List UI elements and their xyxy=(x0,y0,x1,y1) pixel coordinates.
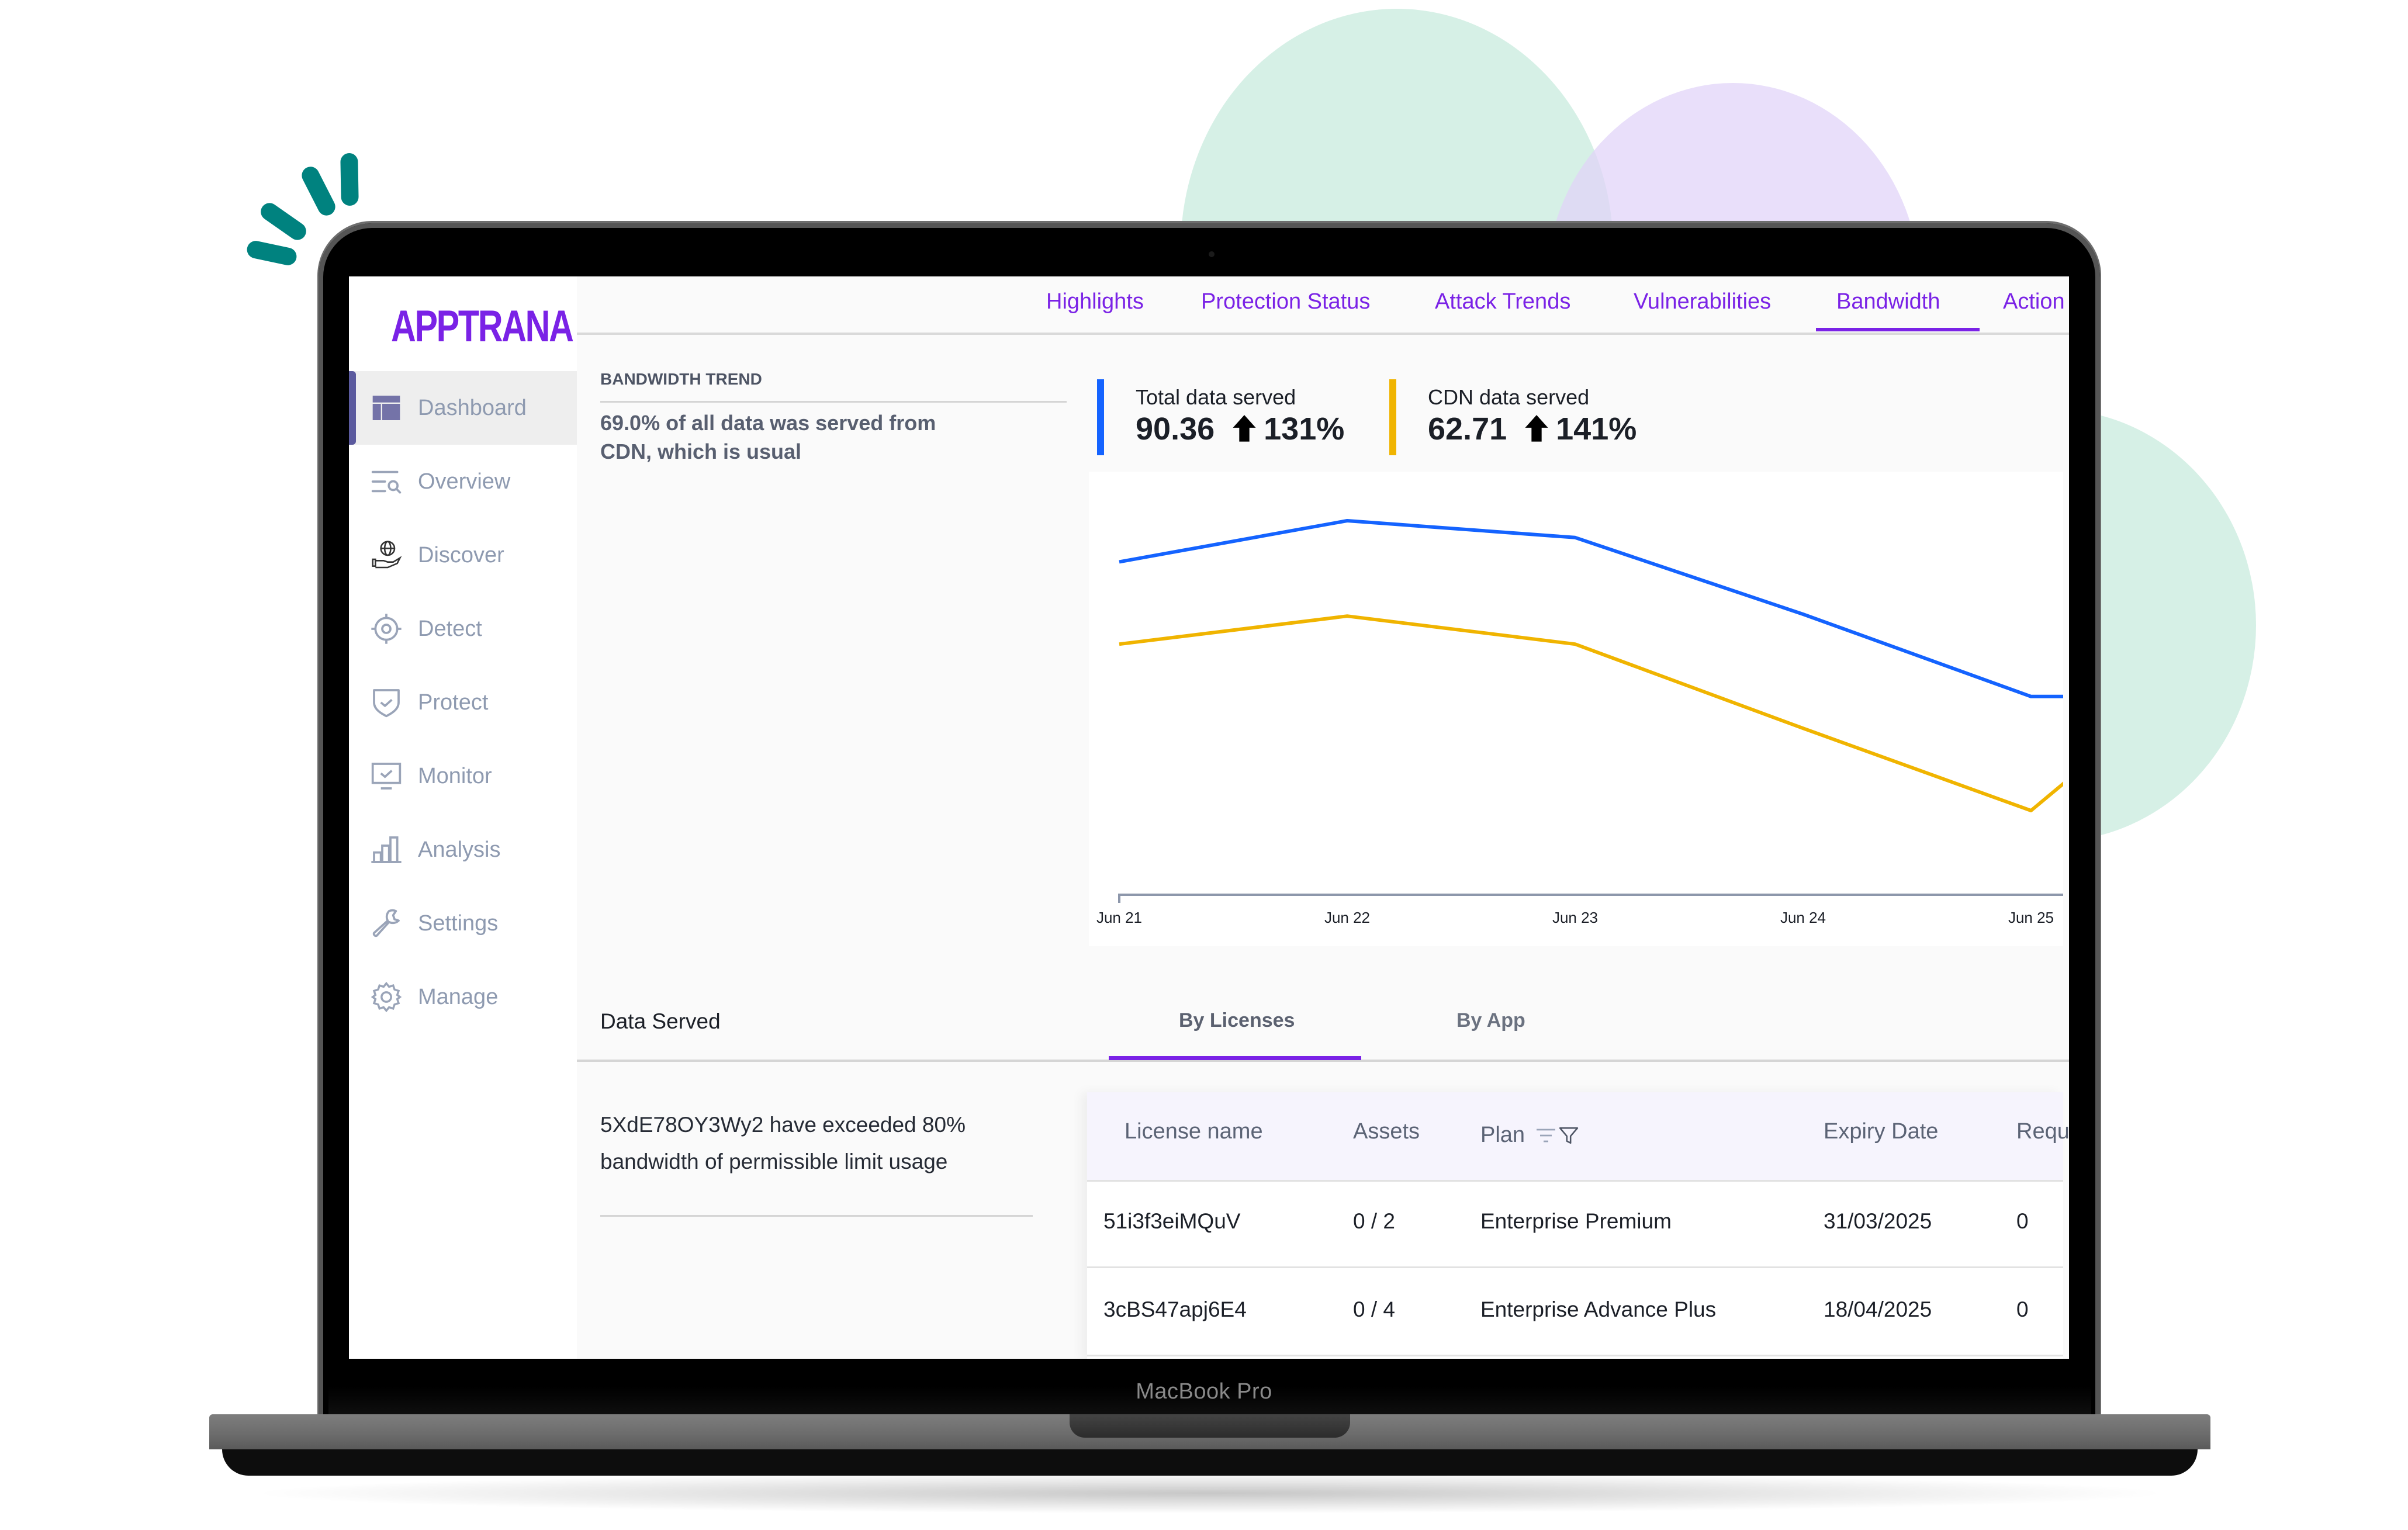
subtab-by-app[interactable]: By App xyxy=(1456,1009,1525,1032)
app-screen: APPTRANA Dashboard Overview Discover Det… xyxy=(349,276,2069,1359)
cell-plan: Enterprise Premium xyxy=(1480,1209,1672,1233)
sidebar-item-manage[interactable]: Manage xyxy=(349,960,577,1034)
sidebar-item-label: Overview xyxy=(418,469,511,494)
subtab-by-licenses[interactable]: By Licenses xyxy=(1179,1009,1295,1032)
device-label: MacBook Pro xyxy=(1136,1379,1272,1404)
camera-icon xyxy=(1209,251,1215,257)
tab-attack-trends[interactable]: Attack Trends xyxy=(1435,289,1570,314)
target-icon xyxy=(371,614,402,644)
column-header-label: Plan xyxy=(1480,1123,1525,1147)
bandwidth-chart: Jun 21 Jun 22 Jun 23 Jun 24 Jun 25 xyxy=(1089,472,2067,946)
sidebar-nav: Dashboard Overview Discover Detect Prote… xyxy=(349,371,577,1034)
sidebar-item-dashboard[interactable]: Dashboard xyxy=(349,371,577,445)
apptrana-logo[interactable]: APPTRANA xyxy=(391,301,574,352)
kpi-value: 90.36 xyxy=(1136,411,1215,446)
table-row[interactable]: 51i3f3eiMQuV 0 / 2 Enterprise Premium 31… xyxy=(1087,1180,2063,1268)
shield-check-icon xyxy=(373,689,400,718)
sidebar-item-detect[interactable]: Detect xyxy=(349,592,577,666)
x-tick-label: Jun 25 xyxy=(2008,909,2054,926)
sidebar-item-monitor[interactable]: Monitor xyxy=(349,739,577,813)
x-tick-label: Jun 22 xyxy=(1324,909,1370,926)
column-header-requests[interactable]: Requ xyxy=(2016,1119,2069,1144)
cell-assets: 0 / 4 xyxy=(1353,1297,1395,1321)
cell-plan: Enterprise Advance Plus xyxy=(1480,1297,1717,1321)
sidebar-item-discover[interactable]: Discover xyxy=(349,518,577,592)
arrow-up-icon xyxy=(1233,415,1256,442)
tab-bar: Highlights Protection Status Attack Tren… xyxy=(577,276,2069,335)
x-tick-label: Jun 23 xyxy=(1552,909,1598,926)
active-subtab-indicator xyxy=(1109,1056,1361,1060)
data-served-title: Data Served xyxy=(600,1009,721,1033)
active-tab-indicator xyxy=(1816,328,1980,331)
column-header-plan[interactable]: Plan xyxy=(1480,1123,1579,1148)
cell-assets: 0 / 2 xyxy=(1353,1209,1395,1233)
x-tick-label: Jun 24 xyxy=(1780,909,1826,926)
kpi-label: Total data served xyxy=(1136,385,1296,409)
laptop-base-bottom xyxy=(222,1449,2198,1476)
dashboard-icon xyxy=(372,396,400,420)
divider xyxy=(600,401,1067,403)
kpi-value-row: 90.36 131% xyxy=(1136,411,1344,447)
column-header-expiry-date[interactable]: Expiry Date xyxy=(1824,1119,1938,1144)
filter-icon[interactable] xyxy=(1559,1126,1579,1145)
overview-search-icon xyxy=(371,470,402,494)
sidebar-item-overview[interactable]: Overview xyxy=(349,445,577,518)
tab-protection-status[interactable]: Protection Status xyxy=(1201,289,1370,314)
monitor-check-icon xyxy=(371,763,402,790)
sidebar-item-label: Monitor xyxy=(418,763,492,788)
globe-hand-icon xyxy=(372,541,402,569)
tab-highlights[interactable]: Highlights xyxy=(1046,289,1144,314)
sidebar-item-label: Manage xyxy=(418,984,499,1009)
cell-requests: 0 xyxy=(2016,1297,2029,1321)
laptop-notch xyxy=(1070,1414,1350,1438)
sidebar-item-label: Dashboard xyxy=(418,395,527,420)
kpi-value: 62.71 xyxy=(1428,411,1507,446)
sidebar-item-label: Discover xyxy=(418,542,504,567)
tab-action[interactable]: Action xyxy=(2003,289,2065,314)
column-header-assets[interactable]: Assets xyxy=(1353,1119,1420,1144)
tab-bandwidth[interactable]: Bandwidth xyxy=(1836,289,1940,314)
kpi-value-row: 62.71 141% xyxy=(1428,411,1637,447)
kpi-change: 141% xyxy=(1556,411,1637,446)
x-tick-label: Jun 21 xyxy=(1096,909,1142,926)
divider xyxy=(600,1215,1033,1217)
kpi-color-bar xyxy=(1389,379,1396,455)
wrench-icon xyxy=(372,909,400,937)
x-axis-line xyxy=(1118,894,2063,903)
column-header-license-name[interactable]: License name xyxy=(1125,1119,1263,1144)
bar-chart-icon xyxy=(371,836,402,863)
tab-vulnerabilities[interactable]: Vulnerabilities xyxy=(1634,289,1771,314)
sidebar-item-label: Analysis xyxy=(418,837,501,862)
kpi-color-bar xyxy=(1097,379,1104,455)
cell-license-name: 51i3f3eiMQuV xyxy=(1103,1209,1241,1233)
cell-requests: 0 xyxy=(2016,1209,2029,1233)
sidebar: APPTRANA Dashboard Overview Discover Det… xyxy=(349,276,577,1359)
sidebar-item-protect[interactable]: Protect xyxy=(349,666,577,739)
gear-icon xyxy=(371,981,402,1013)
sidebar-item-label: Detect xyxy=(418,616,482,641)
table-header: License name Assets Plan Expiry Date Req… xyxy=(1087,1092,2069,1182)
sidebar-item-label: Settings xyxy=(418,911,499,936)
main-content: Highlights Protection Status Attack Tren… xyxy=(577,276,2069,1359)
bandwidth-line-chart: Jun 21 Jun 22 Jun 23 Jun 24 Jun 25 xyxy=(1096,519,2067,926)
sidebar-item-settings[interactable]: Settings xyxy=(349,887,577,960)
sort-icon[interactable] xyxy=(1535,1126,1556,1145)
cell-expiry-date: 31/03/2025 xyxy=(1824,1209,1932,1233)
licenses-table: License name Assets Plan Expiry Date Req… xyxy=(1087,1092,2069,1359)
arrow-up-icon xyxy=(1525,415,1548,442)
cell-expiry-date: 18/04/2025 xyxy=(1824,1297,1932,1321)
bandwidth-summary: 69.0% of all data was served from CDN, w… xyxy=(600,411,936,463)
bandwidth-limit-alert: 5XdE78OY3Wy2 have exceeded 80% bandwidth… xyxy=(600,1113,966,1174)
sidebar-item-label: Protect xyxy=(418,690,489,715)
kpi-label: CDN data served xyxy=(1428,385,1590,409)
cell-license-name: 3cBS47apj6E4 xyxy=(1103,1297,1247,1321)
kpi-change: 131% xyxy=(1264,411,1345,446)
sidebar-item-analysis[interactable]: Analysis xyxy=(349,813,577,887)
laptop-shadow xyxy=(245,1473,2174,1514)
series-line-total-data-served[interactable] xyxy=(1119,519,2066,698)
bandwidth-trend-title: BANDWIDTH TREND xyxy=(600,370,762,388)
table-row[interactable]: 3cBS47apj6E4 0 / 4 Enterprise Advance Pl… xyxy=(1087,1268,2063,1356)
series-line-cdn-data-served[interactable] xyxy=(1119,614,2067,812)
